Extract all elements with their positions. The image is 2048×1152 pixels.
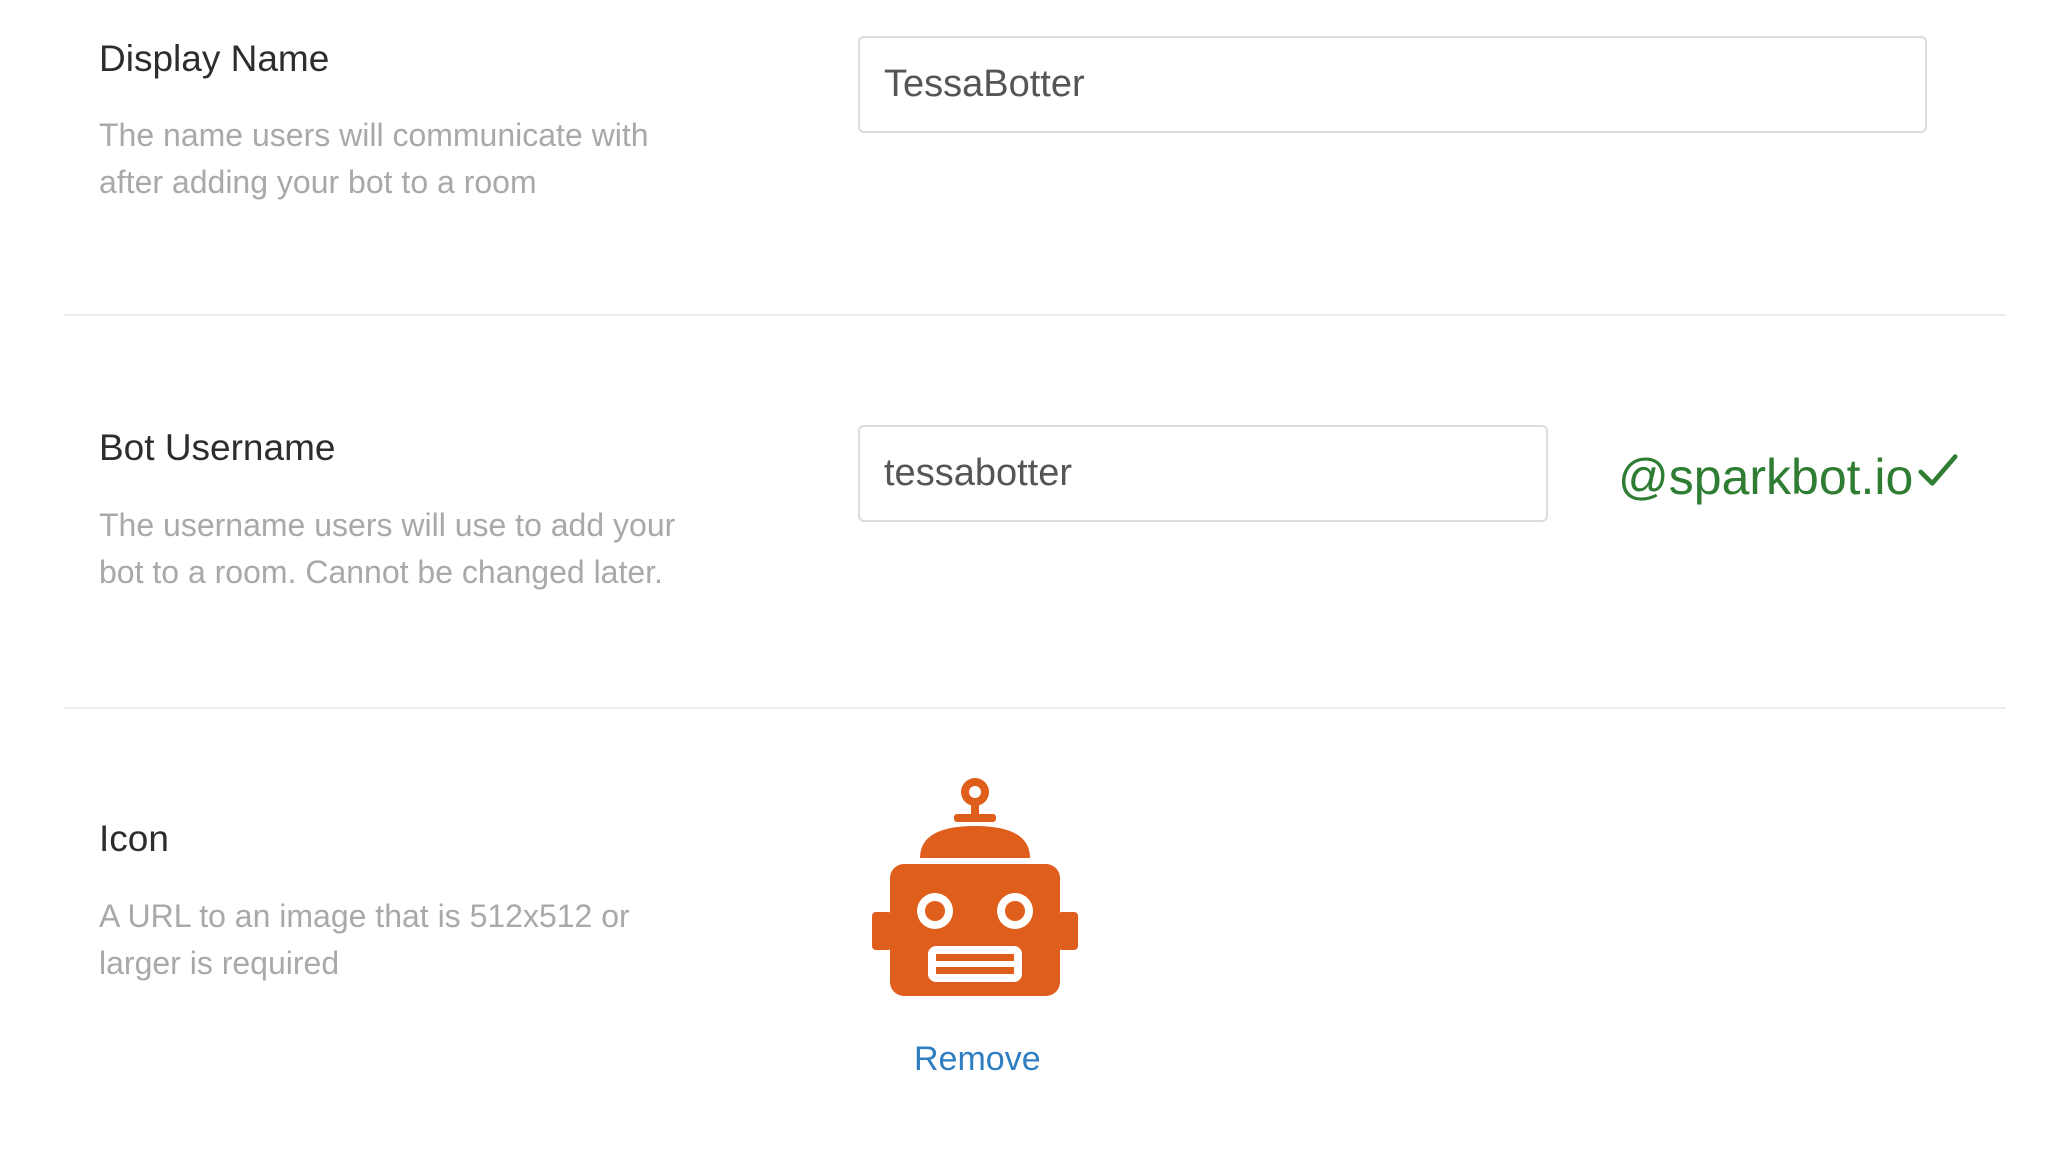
icon-description: A URL to an image that is 512x512 or lar… xyxy=(99,893,739,987)
remove-icon-link[interactable]: Remove xyxy=(914,1040,1041,1079)
icon-description-line2: larger is required xyxy=(99,945,340,981)
bot-username-description: The username users will use to add your … xyxy=(99,502,739,596)
bot-username-input[interactable] xyxy=(858,425,1548,522)
robot-icon xyxy=(872,778,1078,996)
display-name-label: Display Name xyxy=(99,38,330,79)
section-divider xyxy=(64,314,2006,316)
display-name-description-line2: after adding your bot to a room xyxy=(99,164,537,200)
bot-username-label: Bot Username xyxy=(99,427,336,468)
display-name-input[interactable] xyxy=(858,36,1927,133)
section-divider xyxy=(64,707,2006,709)
check-icon xyxy=(1918,454,1958,486)
display-name-description-line1: The name users will communicate with xyxy=(99,117,649,153)
display-name-description: The name users will communicate with aft… xyxy=(99,112,739,206)
domain-suffix-text: @sparkbot.io xyxy=(1618,449,1914,505)
username-domain-suffix: @sparkbot.io xyxy=(1618,448,1961,506)
bot-username-description-line1: The username users will use to add your xyxy=(99,507,676,543)
icon-label: Icon xyxy=(99,818,169,859)
bot-username-description-line2: bot to a room. Cannot be changed later. xyxy=(99,554,663,590)
icon-description-line1: A URL to an image that is 512x512 or xyxy=(99,898,630,934)
